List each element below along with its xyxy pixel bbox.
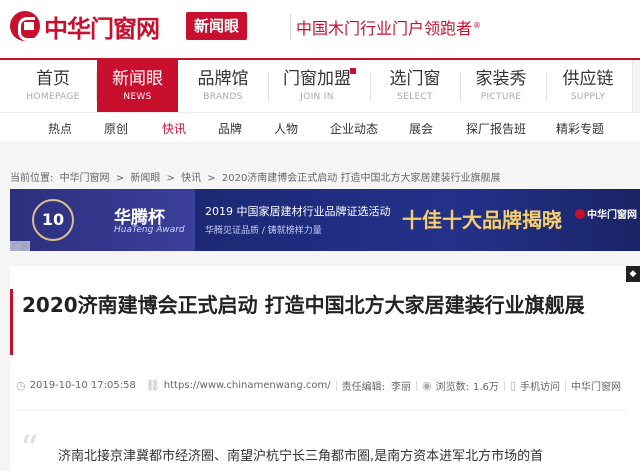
nav-sublabel: NEWS xyxy=(123,92,152,102)
registered-mark: ® xyxy=(473,20,482,30)
breadcrumb-link-home[interactable]: 中华门窗网 xyxy=(60,173,110,184)
subnav-item-flash[interactable]: 快讯 xyxy=(162,120,186,137)
subnav-item-company[interactable]: 企业动态 xyxy=(330,120,378,137)
link-icon: ⛓ xyxy=(145,379,160,392)
site-header: 中华门窗网 新闻眼 中国木门行业门户领跑者® xyxy=(0,0,640,54)
nav-item-news[interactable]: 新闻眼 NEWS xyxy=(97,60,178,112)
subnav-item-factory[interactable]: 探厂报告班 xyxy=(466,120,526,137)
breadcrumb-current: 2020济南建博会正式启动 打造中国北方大家居建装行业旗舰展 xyxy=(221,173,501,184)
nav-sublabel: BRANDS xyxy=(203,92,243,102)
nav-item-supply[interactable]: 供应链 SUPPLY xyxy=(550,60,626,112)
editor-label: 责任编辑: xyxy=(341,382,386,393)
subnav-item-exhibition[interactable]: 展会 xyxy=(409,120,433,137)
ad-label: 广告 xyxy=(10,241,30,252)
nav-label: 门窗加盟 xyxy=(283,69,351,89)
clock-icon: ◷ xyxy=(16,379,26,392)
meta-divider xyxy=(335,380,337,391)
logo-mark-icon xyxy=(10,11,40,41)
nav-label: 首页 xyxy=(36,69,70,89)
nav-item-join[interactable]: 门窗加盟 JOIN IN xyxy=(272,60,362,112)
site-slogan: 中国木门行业门户领跑者® xyxy=(296,15,481,39)
slogan-text: 中国木门行业门户领跑者 xyxy=(296,19,473,38)
nav-label: 选门窗 xyxy=(389,69,441,89)
logo-text: 中华门窗网 xyxy=(44,14,160,43)
banner-logo-text: 中华门窗网 xyxy=(587,210,637,221)
breadcrumb-link-flash[interactable]: 快讯 xyxy=(181,173,201,184)
nav-divider xyxy=(268,72,269,102)
publish-date: 2019-10-10 17:05:58 xyxy=(29,380,136,391)
section-tag[interactable]: 新闻眼 xyxy=(186,12,248,40)
ad-banner[interactable]: 10 华腾杯 HuaTeng Award 2019 中国家居建材行业品牌证选活动… xyxy=(10,189,640,251)
sub-nav: 热点 原创 快讯 品牌 人物 企业动态 展会 探厂报告班 精彩专题 xyxy=(0,113,640,143)
side-float-icon[interactable]: ◆ xyxy=(626,266,640,282)
nav-label: 供应链 xyxy=(562,69,614,89)
mobile-access-link[interactable]: 手机访问 xyxy=(520,378,560,393)
award-ten-badge: 10 xyxy=(32,199,74,241)
meta-divider xyxy=(416,380,418,391)
banner-activity: 2019 中国家居建材行业品牌证选活动 xyxy=(205,205,391,218)
banner-headline: 十佳十大品牌揭晓 xyxy=(402,208,562,232)
breadcrumb-separator: > xyxy=(166,173,175,184)
main-nav: 首页 HOMEPAGE 新闻眼 NEWS 品牌馆 BRANDS 门窗加盟 JOI… xyxy=(0,58,640,113)
site-logo[interactable]: 中华门窗网 xyxy=(10,8,160,44)
nav-label: 家装秀 xyxy=(475,69,527,89)
subnav-item-hot[interactable]: 热点 xyxy=(48,120,72,137)
views-count: 1.6万 xyxy=(473,382,499,393)
meta-divider xyxy=(503,380,505,391)
meta-divider xyxy=(564,380,566,391)
editor-name: 李丽 xyxy=(391,382,412,393)
subnav-item-topics[interactable]: 精彩专题 xyxy=(556,120,604,137)
award-english: HuaTeng Award xyxy=(114,225,185,235)
views-label: 浏览数: xyxy=(435,382,470,393)
logo-dot-icon xyxy=(575,209,585,219)
nav-divider xyxy=(370,72,371,102)
banner-logo: 中华门窗网 xyxy=(575,206,637,221)
breadcrumb-separator: > xyxy=(115,173,125,184)
nav-item-brands[interactable]: 品牌馆 BRANDS xyxy=(184,60,262,112)
nav-sublabel: SUPPLY xyxy=(570,92,606,102)
breadcrumb: 当前位置: 中华门窗网 > 新闻眼 > 快讯 > 2020济南建博会正式启动 打… xyxy=(10,169,504,184)
nav-sublabel: JOIN IN xyxy=(300,92,334,102)
nav-sublabel: PICTURE xyxy=(480,92,522,102)
subnav-item-original[interactable]: 原创 xyxy=(104,120,128,137)
nav-label: 品牌馆 xyxy=(197,69,249,89)
header-divider xyxy=(290,14,291,40)
article-title: 2020济南建博会正式启动 打造中国北方大家居建装行业旗舰展 xyxy=(22,293,585,317)
title-accent-bar xyxy=(10,289,13,355)
subnav-item-people[interactable]: 人物 xyxy=(274,120,298,137)
nav-label: 新闻眼 xyxy=(112,69,163,89)
award-panel: 10 华腾杯 HuaTeng Award xyxy=(10,189,195,251)
breadcrumb-link-news[interactable]: 新闻眼 xyxy=(130,173,160,184)
article-meta: ◷ 2019-10-10 17:05:58 ⛓ https://www.chin… xyxy=(16,378,621,393)
nav-divider xyxy=(460,72,461,102)
nav-sublabel: SELECT xyxy=(397,92,433,102)
article-source: 中华门窗网 xyxy=(570,382,621,393)
breadcrumb-separator: > xyxy=(207,173,216,184)
nav-item-picture[interactable]: 家装秀 PICTURE xyxy=(462,60,540,112)
banner-subtitle: 华腾见证品质 / 铸就榜样力量 xyxy=(205,226,322,236)
mobile-icon: ▯ xyxy=(509,379,516,392)
article-lead: 济南北接京津冀都市经济圈、南望沪杭宁长三角都市圈,是南方资本进军北方市场的首 xyxy=(58,449,544,464)
eye-icon: ◉ xyxy=(422,379,432,392)
nav-edge xyxy=(632,60,640,112)
nav-item-home[interactable]: 首页 HOMEPAGE xyxy=(14,60,92,112)
subnav-item-brands[interactable]: 品牌 xyxy=(218,120,242,137)
source-url[interactable]: https://www.chinamenwang.com/ xyxy=(164,380,331,391)
quote-icon: “ xyxy=(20,429,39,470)
nav-sublabel: HOMEPAGE xyxy=(26,92,80,102)
nav-divider xyxy=(546,72,547,102)
hot-badge-icon xyxy=(350,68,356,74)
breadcrumb-prefix: 当前位置: xyxy=(10,173,54,184)
nav-item-select[interactable]: 选门窗 SELECT xyxy=(376,60,454,112)
meta-separator-line xyxy=(16,410,626,411)
